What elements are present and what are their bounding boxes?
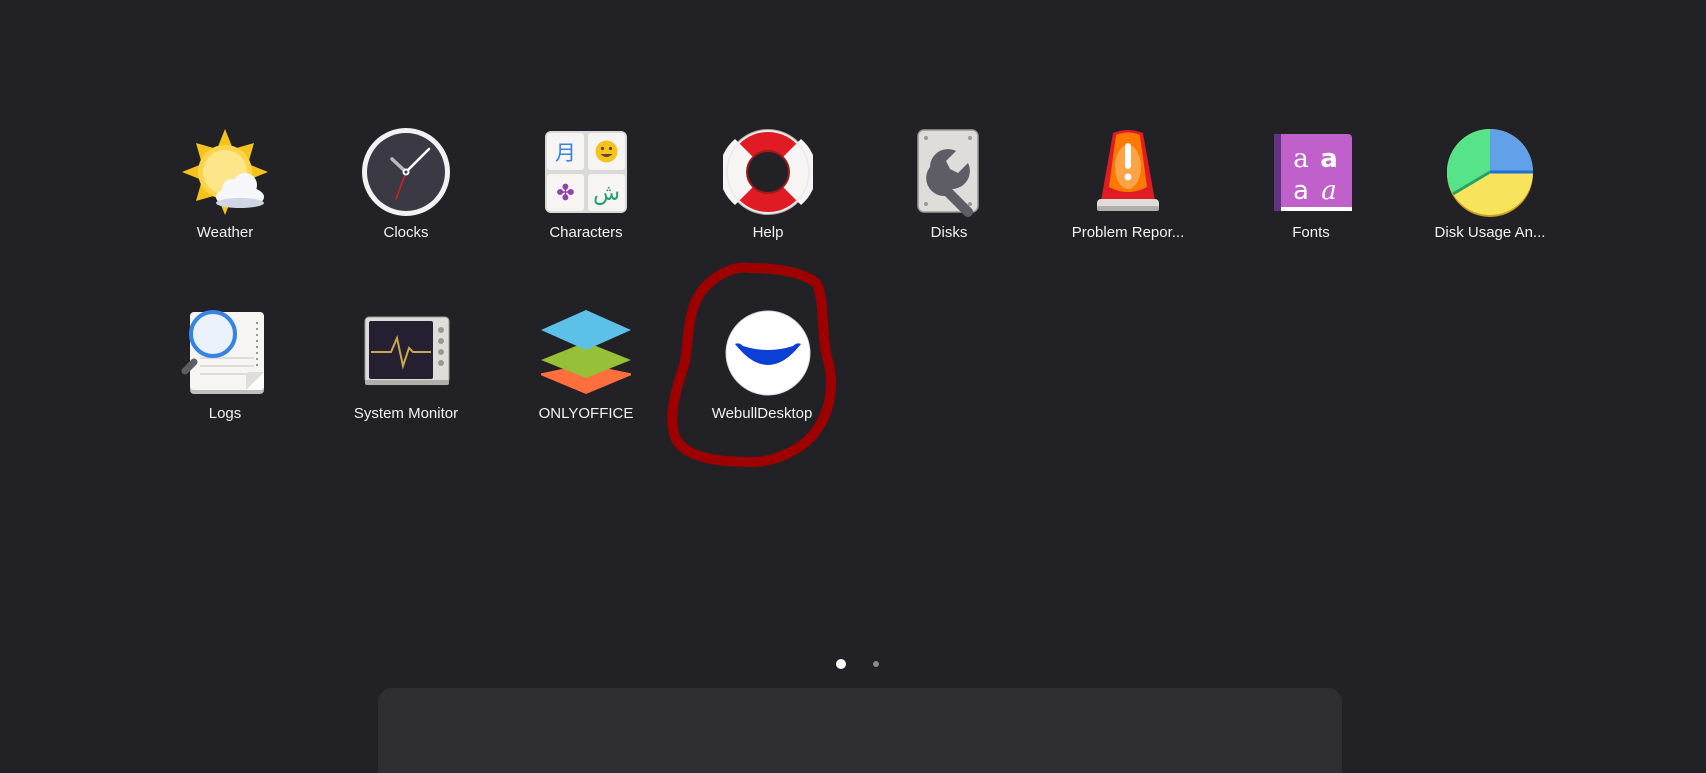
app-problem-reporting[interactable]: Problem Repor... [1043,127,1213,277]
app-webull-desktop[interactable]: WebullDesktop [683,308,853,458]
svg-text:a: a [1321,176,1337,206]
app-label: Help [752,224,784,241]
logs-magnifier-icon [181,310,264,394]
app-clocks[interactable]: Clocks [321,127,491,277]
page-indicator [833,657,883,671]
app-system-monitor[interactable]: System Monitor [321,308,491,458]
app-label: System Monitor [353,405,459,422]
app-label: Weather [196,224,254,241]
app-label: Disk Usage An... [1434,224,1546,241]
svg-text:a: a [1293,176,1309,206]
app-label: Clocks [383,224,429,241]
page-dot-1[interactable] [836,659,846,669]
app-disks[interactable]: Disks [864,127,1034,277]
fonts-book-icon: a a a a [1274,134,1352,211]
svg-text:ش: ش [593,181,620,206]
app-disk-usage-analyzer[interactable]: Disk Usage An... [1405,127,1575,277]
app-weather[interactable]: Weather [140,127,310,277]
pie-chart-icon [1446,128,1533,217]
svg-text:a: a [1320,144,1338,174]
app-label: Fonts [1292,224,1330,241]
app-label: ONLYOFFICE [538,405,634,422]
alarm-siren-icon [1097,130,1159,211]
app-characters[interactable]: 月 ✤ ش Characters [501,127,671,277]
clock-icon [362,128,450,216]
app-label: Characters [549,224,623,241]
disk-wrench-icon [917,129,979,217]
onlyoffice-layers-icon [541,310,631,394]
weather-icon [182,129,268,215]
app-grid-screen: Weather Clocks 月 ✤ ش Characters Help Dis… [0,0,1706,773]
app-fonts[interactable]: a a a a Fonts [1226,127,1396,277]
app-label: Disks [930,224,968,241]
lifebuoy-icon [723,129,813,215]
app-label: Logs [208,405,242,422]
characters-icon: 月 ✤ ش [545,131,627,213]
system-monitor-icon [364,316,450,385]
app-logs[interactable]: Logs [140,308,310,458]
svg-text:a: a [1293,144,1309,174]
app-label: WebullDesktop [711,405,813,422]
app-onlyoffice[interactable]: ONLYOFFICE [501,308,671,458]
svg-text:月: 月 [555,141,576,165]
app-label: Problem Repor... [1071,224,1185,241]
webull-logo-icon [725,310,811,396]
page-dot-2[interactable] [873,661,879,667]
dock [378,688,1342,773]
svg-text:✤: ✤ [556,181,574,206]
app-help[interactable]: Help [683,127,853,277]
